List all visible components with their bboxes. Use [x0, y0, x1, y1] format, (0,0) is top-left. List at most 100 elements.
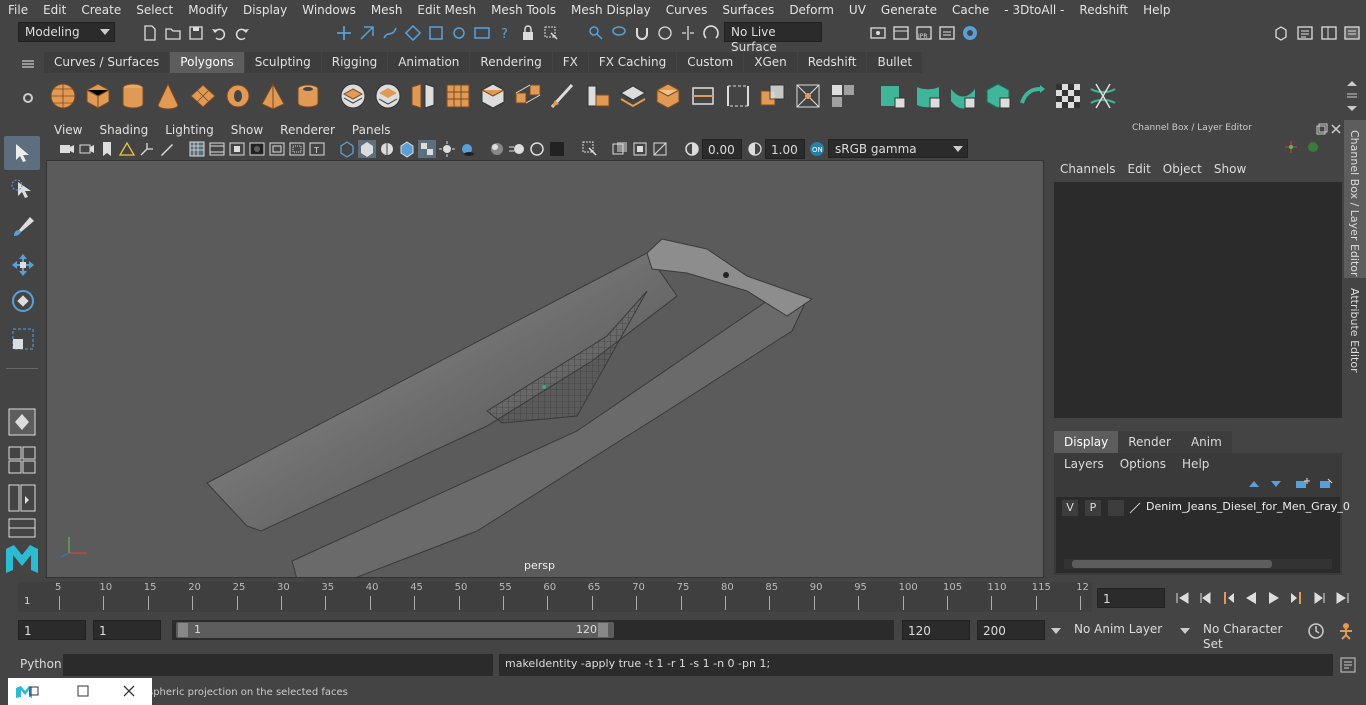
shadows-icon[interactable]: [458, 140, 476, 158]
layer-display-type-toggle[interactable]: [1108, 500, 1124, 516]
field-chart-icon[interactable]: [268, 140, 286, 158]
tab-fx[interactable]: FX: [552, 52, 588, 73]
quad-draw-icon[interactable]: [828, 81, 858, 111]
uv-checker-icon[interactable]: [1053, 81, 1083, 111]
film-gate-icon[interactable]: [208, 140, 226, 158]
multi-cut-icon[interactable]: [548, 81, 578, 111]
shelf-menu-icon[interactable]: [20, 58, 36, 70]
viewport-menu-panels[interactable]: Panels: [344, 123, 400, 137]
menu-edit[interactable]: Edit: [35, 3, 73, 17]
graph-layout-icon[interactable]: [8, 518, 36, 538]
menu-mesh-display[interactable]: Mesh Display: [563, 3, 658, 17]
play-backwards-icon[interactable]: [1243, 590, 1259, 606]
viewport-menu-show[interactable]: Show: [223, 123, 272, 137]
channel-menu-object[interactable]: Object: [1163, 162, 1214, 176]
poly-torus-icon[interactable]: [223, 81, 253, 111]
auto-key-icon[interactable]: [1307, 622, 1325, 640]
layer-menu-layers[interactable]: Layers: [1064, 457, 1120, 471]
safe-action-icon[interactable]: [288, 140, 306, 158]
snap-to-grid-icon[interactable]: [404, 24, 422, 42]
redo-icon[interactable]: [233, 24, 251, 42]
cut-uv-edges-icon[interactable]: [1088, 81, 1118, 111]
command-input[interactable]: [63, 654, 493, 676]
poly-sphere-icon[interactable]: [48, 81, 78, 111]
viewport-menu-renderer[interactable]: Renderer: [272, 123, 344, 137]
move-layer-up-icon[interactable]: [1246, 477, 1262, 491]
help-query-icon[interactable]: ?: [496, 24, 514, 42]
soft-select-icon[interactable]: [656, 24, 674, 42]
smooth-icon[interactable]: [443, 81, 473, 111]
select-tool-button[interactable]: [4, 136, 40, 170]
ipr-render-icon[interactable]: IPR: [915, 24, 933, 42]
menu-mesh[interactable]: Mesh: [363, 3, 410, 17]
menu-select[interactable]: Select: [128, 3, 180, 17]
range-slider-left-handle[interactable]: [178, 623, 188, 637]
move-layer-down-icon[interactable]: [1268, 477, 1284, 491]
tab-sculpting[interactable]: Sculpting: [244, 52, 321, 73]
range-slider-right-handle[interactable]: [598, 623, 608, 637]
tab-animation[interactable]: Animation: [388, 52, 470, 73]
make-live-icon[interactable]: [702, 24, 720, 42]
grid-toggle-icon[interactable]: [188, 140, 206, 158]
wireframe-shading-icon[interactable]: [338, 140, 356, 158]
menu-deform[interactable]: Deform: [781, 3, 841, 17]
view-transform-icon[interactable]: ON: [808, 140, 826, 158]
tab-rendering[interactable]: Rendering: [470, 52, 552, 73]
tab-anim[interactable]: Anim: [1180, 431, 1232, 453]
unfold-uv-icon[interactable]: [1018, 81, 1048, 111]
layer-horizontal-scrollbar[interactable]: [1064, 559, 1332, 569]
select-camera-icon[interactable]: [58, 140, 76, 158]
new-layer-from-selection-icon[interactable]: [1318, 477, 1334, 491]
animation-preferences-icon[interactable]: [1336, 622, 1356, 640]
shelf-settings-gear-icon[interactable]: [20, 90, 36, 106]
hypershade-icon[interactable]: [961, 24, 979, 42]
layer-menu-options[interactable]: Options: [1120, 457, 1182, 471]
playback-start-field[interactable]: 1: [93, 620, 161, 640]
image-plane-icon[interactable]: [118, 140, 136, 158]
separate-icon[interactable]: [373, 81, 403, 111]
layer-row[interactable]: V P Denim_Jeans_Diesel_for_Men_Gray_0: [1056, 497, 1350, 519]
depth-of-field-icon[interactable]: [548, 140, 566, 158]
channel-menu-edit[interactable]: Edit: [1128, 162, 1163, 176]
channel-menu-channels[interactable]: Channels: [1060, 162, 1128, 176]
menu-cache[interactable]: Cache: [944, 3, 996, 17]
planar-mapping-icon[interactable]: [878, 81, 908, 111]
target-weld-icon[interactable]: [583, 81, 613, 111]
maximize-window-icon[interactable]: [76, 684, 90, 698]
layer-color-swatch-icon[interactable]: [1128, 501, 1142, 515]
select-by-component-icon[interactable]: [381, 24, 399, 42]
layer-playback-toggle[interactable]: P: [1085, 500, 1101, 516]
tab-redshift[interactable]: Redshift: [797, 52, 867, 73]
poly-cube-icon[interactable]: [83, 81, 113, 111]
reduce-icon[interactable]: [793, 81, 823, 111]
new-layer-icon[interactable]: [1294, 477, 1310, 491]
menu-modify[interactable]: Modify: [180, 3, 235, 17]
tab-polygons[interactable]: Polygons: [170, 52, 244, 73]
render-settings-icon[interactable]: [938, 24, 956, 42]
range-slider-bar[interactable]: [176, 622, 614, 638]
range-slider[interactable]: 1 120: [172, 620, 894, 640]
bevel-icon[interactable]: [653, 81, 683, 111]
xray-active-components-icon[interactable]: [631, 140, 649, 158]
xray-joints-icon[interactable]: [651, 140, 669, 158]
tab-xgen[interactable]: XGen: [744, 52, 797, 73]
menu-curves[interactable]: Curves: [658, 3, 715, 17]
use-all-lights-icon[interactable]: [438, 140, 456, 158]
float-panel-icon[interactable]: [1316, 123, 1328, 135]
current-frame-field[interactable]: 1: [1097, 588, 1165, 608]
close-window-icon[interactable]: [122, 684, 136, 698]
go-to-start-icon[interactable]: [1174, 590, 1190, 606]
boolean-icon[interactable]: [758, 81, 788, 111]
scale-tool-icon[interactable]: [10, 326, 36, 352]
save-scene-icon[interactable]: [187, 24, 205, 42]
toggle-channel-box-icon[interactable]: [1343, 24, 1361, 42]
colorspace-selector[interactable]: sRGB gamma: [828, 139, 968, 158]
lasso-select-icon[interactable]: [10, 178, 36, 204]
live-surface-field[interactable]: No Live Surface: [724, 22, 822, 54]
magnet-icon[interactable]: [633, 24, 651, 42]
menu-uv[interactable]: UV: [841, 3, 873, 17]
combine-icon[interactable]: [338, 81, 368, 111]
snap-together-icon[interactable]: [587, 24, 605, 42]
grease-pencil-icon[interactable]: [158, 140, 176, 158]
scrollbar-thumb[interactable]: [1072, 560, 1272, 568]
